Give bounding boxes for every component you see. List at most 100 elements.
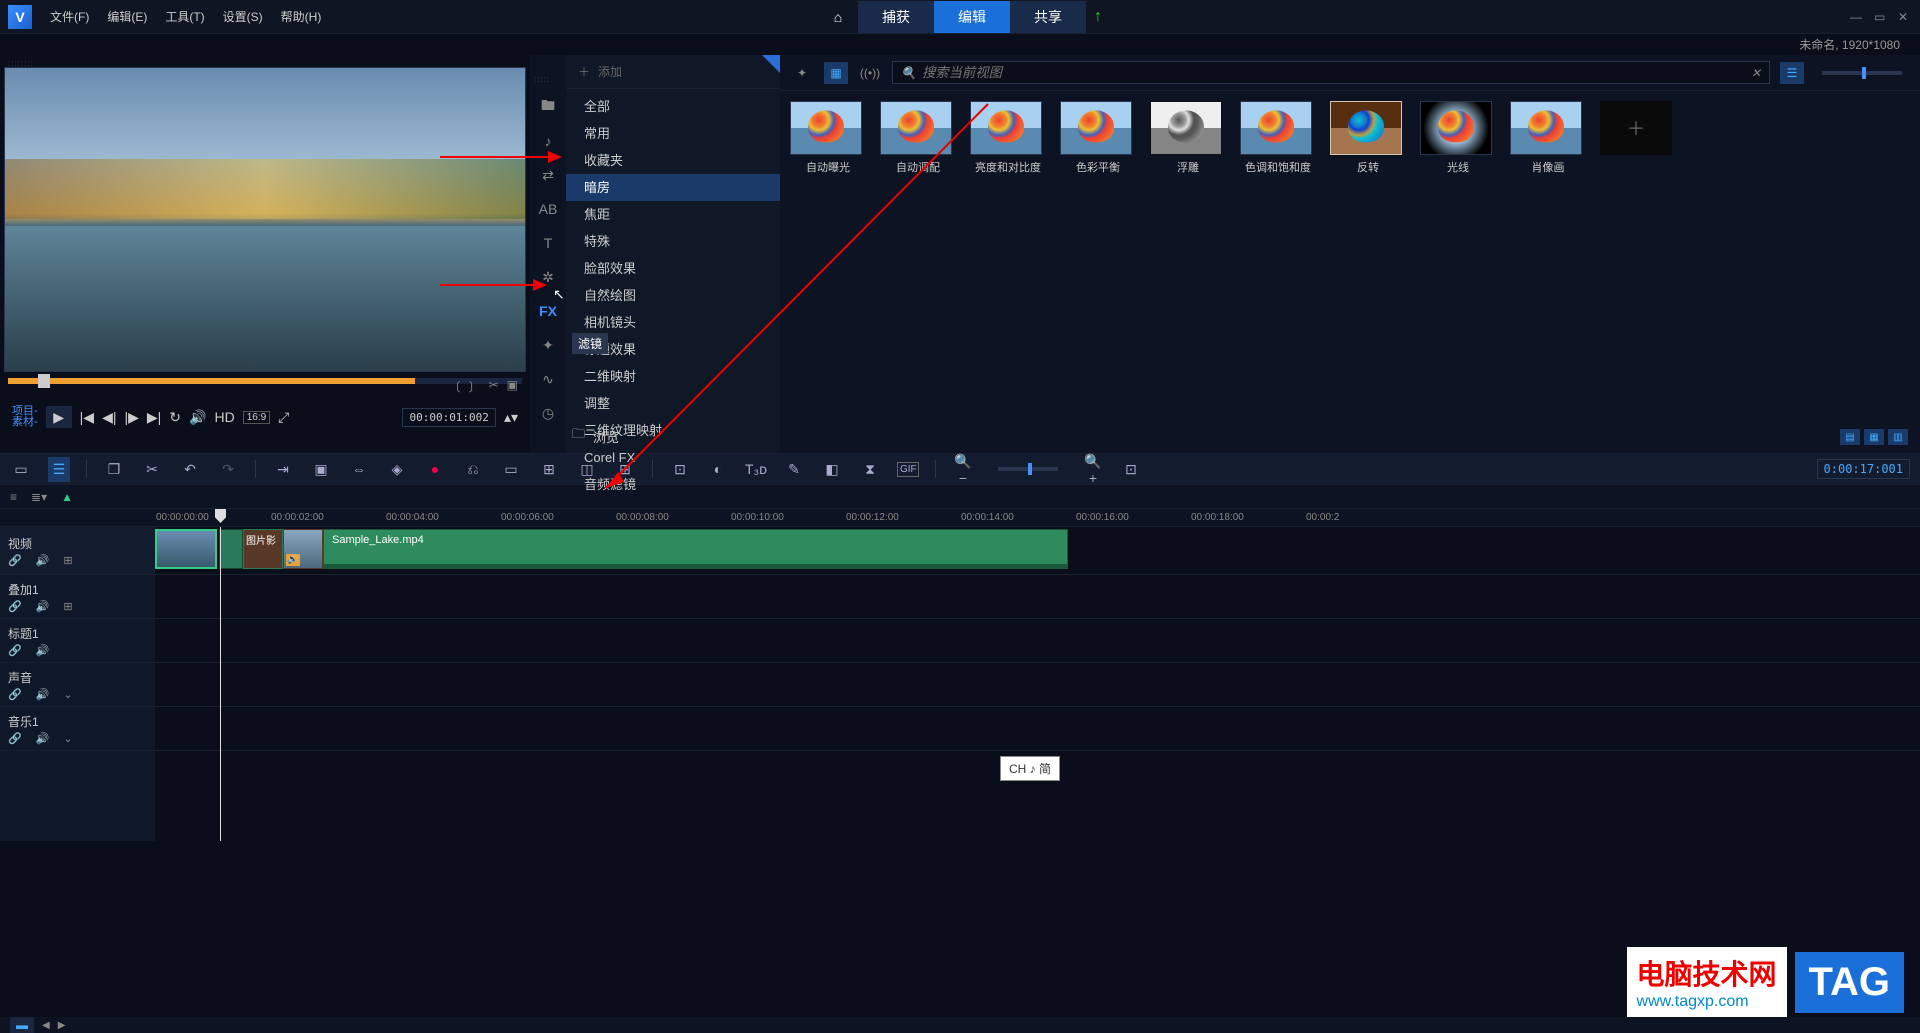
close-icon[interactable]: ✕ bbox=[1898, 10, 1912, 24]
add-button[interactable]: ＋ 添加 bbox=[566, 55, 780, 89]
record-icon[interactable]: ● bbox=[424, 461, 446, 477]
add-effect-thumb[interactable]: ＋ bbox=[1600, 101, 1676, 175]
menu-help[interactable]: 帮助(H) bbox=[281, 8, 322, 25]
title-ab-icon[interactable]: AB bbox=[536, 199, 560, 219]
video-track-lane[interactable]: 图片影 🔊 Sample_Lake.mp4 bbox=[155, 527, 1920, 575]
tracking-icon[interactable]: ◷ bbox=[536, 403, 560, 423]
clip-main[interactable]: Sample_Lake.mp4 bbox=[323, 529, 1068, 569]
effect-thumb[interactable]: 浮雕 bbox=[1150, 101, 1226, 175]
playhead[interactable] bbox=[220, 527, 221, 841]
path-icon[interactable]: ∿ bbox=[536, 369, 560, 389]
mark-out-icon[interactable]: 〕 bbox=[469, 378, 481, 395]
redo-icon[interactable]: ↷ bbox=[217, 461, 239, 478]
menu-settings[interactable]: 设置(S) bbox=[223, 8, 263, 25]
tab-share[interactable]: 共享 bbox=[1010, 1, 1086, 33]
color-icon[interactable]: ◧ bbox=[821, 461, 843, 478]
voice-track-lane[interactable] bbox=[155, 663, 1920, 707]
tab-edit-active[interactable]: 编辑 bbox=[934, 1, 1010, 33]
category-item[interactable]: 全部 bbox=[566, 93, 780, 120]
category-item[interactable]: 脸部效果 bbox=[566, 255, 780, 282]
browse-button[interactable]: 🗀 浏览 bbox=[572, 425, 619, 447]
timeline-timecode[interactable]: 0:00:17:001 bbox=[1817, 459, 1910, 479]
motion-icon[interactable]: ✦ bbox=[536, 335, 560, 355]
clear-search-icon[interactable]: ✕ bbox=[1751, 66, 1761, 80]
fit-project-icon[interactable]: ⊡ bbox=[1120, 461, 1142, 478]
chapter-icon[interactable]: ⎌ bbox=[462, 461, 484, 478]
link-icon[interactable]: 🔗 bbox=[8, 644, 22, 657]
mute-icon[interactable]: 🔊 bbox=[36, 644, 50, 657]
zoom-out-icon[interactable]: 🔍− bbox=[952, 453, 974, 486]
multitrack-icon[interactable]: ⊞ bbox=[538, 461, 560, 478]
expand-icon[interactable]: ⌄ bbox=[63, 688, 72, 701]
scroll-segment[interactable]: ▬ bbox=[10, 1017, 34, 1033]
category-item[interactable]: 暗房 bbox=[566, 174, 780, 201]
link-icon[interactable]: 🔗 bbox=[8, 688, 22, 701]
panel-btn-1[interactable]: ▤ bbox=[1840, 429, 1860, 445]
scrub-head[interactable] bbox=[38, 374, 50, 388]
undo-icon[interactable]: ↶ bbox=[179, 461, 201, 478]
timecode-stepper[interactable]: ▴▾ bbox=[504, 409, 518, 426]
panel-btn-3[interactable]: ▥ bbox=[1888, 429, 1908, 445]
effect-thumb[interactable]: 自动调配 bbox=[880, 101, 956, 175]
mute-icon[interactable]: 🔊 bbox=[36, 554, 50, 567]
category-item[interactable]: 收藏夹 bbox=[566, 147, 780, 174]
link-icon[interactable]: 🔗 bbox=[8, 554, 22, 567]
speed-icon[interactable]: ⧗ bbox=[859, 461, 881, 478]
effect-thumb[interactable]: 肖像画 bbox=[1510, 101, 1586, 175]
track-header-music[interactable]: 音乐1 🔗🔊⌄ bbox=[0, 707, 155, 751]
preview-icon[interactable]: ⊞ bbox=[63, 600, 72, 613]
category-item[interactable]: 音频滤镜 bbox=[566, 471, 780, 498]
thumb-zoom-slider[interactable] bbox=[1822, 71, 1902, 75]
copy-icon[interactable]: ❐ bbox=[103, 461, 125, 478]
music-track-lane[interactable] bbox=[155, 707, 1920, 751]
upload-icon[interactable]: ↑ bbox=[1094, 8, 1102, 26]
wave-icon[interactable]: ((•)) bbox=[858, 66, 882, 80]
title-track-lane[interactable] bbox=[155, 619, 1920, 663]
track-manager-icon[interactable]: ≡ bbox=[10, 490, 17, 504]
transition-icon[interactable]: ⇄ bbox=[536, 165, 560, 185]
track-header-title[interactable]: 标题1 🔗🔊 bbox=[0, 619, 155, 663]
mute-icon[interactable]: 🔊 bbox=[36, 600, 50, 613]
preview-viewport[interactable] bbox=[4, 67, 526, 372]
loop-button[interactable]: ↻ bbox=[169, 409, 181, 426]
tab-capture[interactable]: 捕获 bbox=[858, 1, 934, 33]
overlay-track-lane[interactable] bbox=[155, 575, 1920, 619]
hd-button[interactable]: HD bbox=[214, 409, 234, 425]
timeline-ruler[interactable]: 00:00:00:0000:00:02:0000:00:04:0000:00:0… bbox=[0, 509, 1920, 527]
effect-thumb[interactable]: 色调和饱和度 bbox=[1240, 101, 1316, 175]
subtitle-icon[interactable]: ▭ bbox=[500, 461, 522, 478]
scroll-up-icon[interactable]: ▲ bbox=[61, 490, 73, 504]
category-item[interactable]: 焦距 bbox=[566, 201, 780, 228]
paint-icon[interactable]: ✎ bbox=[783, 461, 805, 478]
split-icon[interactable]: ✂ bbox=[489, 378, 499, 395]
timeline-view-icon[interactable]: ☰ bbox=[48, 457, 70, 482]
expand-icon[interactable]: ⌄ bbox=[63, 732, 72, 745]
aspect-button[interactable]: 16:9 bbox=[243, 411, 270, 424]
stretch-icon[interactable]: ⇔ bbox=[348, 461, 370, 477]
mark-in-icon[interactable]: 〔 bbox=[449, 378, 461, 395]
mode-label[interactable]: 项目-素材- bbox=[12, 406, 38, 428]
category-item[interactable]: 自然绘图 bbox=[566, 282, 780, 309]
mute-icon[interactable]: 🔊 bbox=[36, 732, 50, 745]
tab-home[interactable]: ⌂ bbox=[818, 3, 858, 31]
audio-icon[interactable]: ♪ bbox=[536, 131, 560, 151]
track-header-video[interactable]: 视频 🔗🔊⊞ bbox=[0, 527, 155, 575]
effect-thumb[interactable]: 色彩平衡 bbox=[1060, 101, 1136, 175]
category-item[interactable]: 调整 bbox=[566, 390, 780, 417]
storyboard-icon[interactable]: ▭ bbox=[10, 461, 32, 478]
category-item[interactable]: 二维映射 bbox=[566, 363, 780, 390]
preview-icon[interactable]: ⊞ bbox=[63, 554, 72, 567]
media-icon[interactable]: 🖿 bbox=[536, 97, 560, 117]
drag-handle[interactable]: :::::::: bbox=[4, 59, 526, 67]
clip-1[interactable] bbox=[155, 529, 217, 569]
volume-button[interactable]: 🔊 bbox=[189, 409, 206, 426]
prev-frame-button[interactable]: ◀| bbox=[102, 409, 116, 426]
scroll-left-icon[interactable]: ◀ bbox=[42, 1020, 50, 1031]
expand-button[interactable]: ⤢ bbox=[278, 409, 289, 426]
fx-icon[interactable]: FX bbox=[536, 301, 560, 321]
track-content-area[interactable]: 图片影 🔊 Sample_Lake.mp4 bbox=[155, 527, 1920, 841]
category-item[interactable]: 常用 bbox=[566, 120, 780, 147]
play-button[interactable]: ▶ bbox=[46, 406, 72, 428]
effect-thumb[interactable]: 自动曝光 bbox=[790, 101, 866, 175]
search-box[interactable]: 🔍 ✕ bbox=[892, 61, 1770, 84]
